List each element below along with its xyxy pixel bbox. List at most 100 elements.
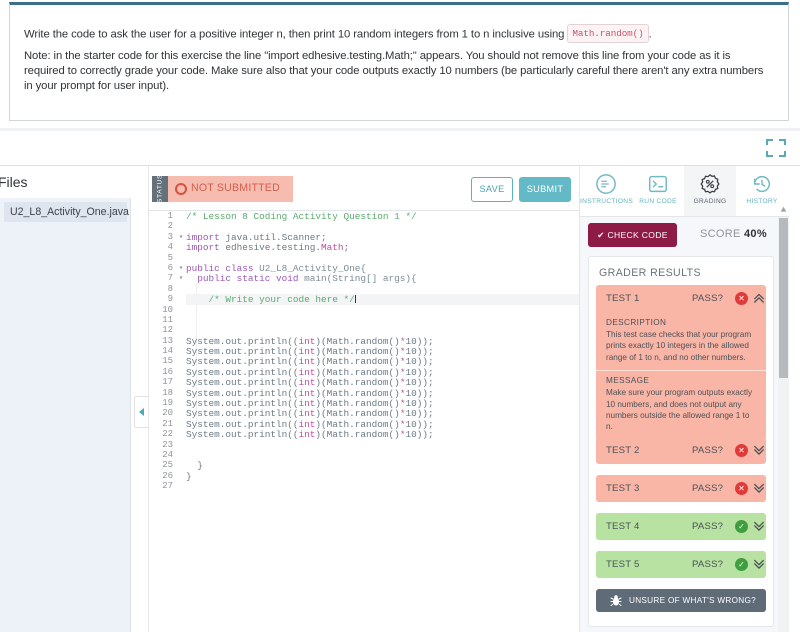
- line-number: 10: [162, 304, 173, 315]
- grader-results-card: GRADER RESULTS TEST 1 PASS? ✕ DESCRIPTION Th…: [588, 256, 774, 627]
- chevron-down-icon[interactable]: [753, 443, 765, 457]
- code-text: public class U2_L8_Activity_One{: [186, 262, 367, 274]
- chevron-down-icon[interactable]: [753, 557, 765, 571]
- code-line[interactable]: 22 System.out.println((int)(Math.random()…: [162, 429, 579, 441]
- code-line[interactable]: 17 System.out.println((int)(Math.random()…: [162, 377, 579, 388]
- tab-grading[interactable]: GRADING: [684, 166, 736, 216]
- test-result-header[interactable]: TEST 3 PASS? ✕: [596, 475, 766, 502]
- check-circle-icon: ✓: [735, 520, 748, 533]
- test-message: MESSAGE Make sure your program outputs ex…: [596, 370, 766, 440]
- chevron-down-icon[interactable]: [753, 519, 765, 533]
- code-line[interactable]: 19 System.out.println((int)(Math.random()…: [162, 398, 579, 409]
- x-circle-icon: ✕: [735, 482, 748, 495]
- status-badge: STATUS NOT SUBMITTED: [152, 174, 293, 203]
- fold-toggle-icon[interactable]: ▾: [177, 273, 185, 283]
- code-line[interactable]: 12: [162, 325, 579, 335]
- code-line[interactable]: 21 System.out.println((int)(Math.random()…: [162, 419, 579, 430]
- grading-panel: INSTRUCTIONS RUN CODE GRADING HISTORY ✔ CHE…: [579, 166, 789, 632]
- code-line[interactable]: 3 ▾ import java.util.Scanner;: [168, 232, 579, 243]
- tab-run-code[interactable]: RUN CODE: [632, 166, 684, 216]
- code-line[interactable]: 27: [162, 481, 579, 491]
- ide-topbar: [0, 131, 800, 165]
- code-line[interactable]: 8: [168, 284, 579, 294]
- code-line[interactable]: 11: [162, 315, 579, 325]
- code-text: System.out.println((int)(Math.random()*1…: [186, 335, 434, 347]
- save-button[interactable]: SAVE: [471, 177, 513, 202]
- line-number: 19: [162, 398, 173, 409]
- code-line[interactable]: 14 System.out.println((int)(Math.random()…: [162, 346, 579, 357]
- inline-code-chip: Math.random(): [567, 24, 649, 43]
- code-text: System.out.println((int)(Math.random()*1…: [186, 387, 434, 399]
- test-verdict-label: PASS?: [692, 559, 724, 570]
- tab-label: INSTRUCTIONS: [580, 198, 634, 205]
- fold-toggle-icon[interactable]: ▾: [177, 232, 185, 242]
- status-tag: STATUS: [152, 174, 168, 203]
- code-line[interactable]: 7 ▾ public static void main(String[] args…: [168, 273, 579, 284]
- line-number: 13: [162, 335, 173, 346]
- code-text: System.out.println((int)(Math.random()*1…: [186, 429, 434, 441]
- message-text: Make sure your program outputs exactly 1…: [606, 388, 753, 432]
- code-text: import edhesive.testing.Math;: [186, 242, 350, 254]
- code-line[interactable]: 25 }: [162, 460, 579, 471]
- test-result-item[interactable]: TEST 4 PASS? ✓: [596, 513, 766, 540]
- code-line[interactable]: 16 System.out.println((int)(Math.random()…: [162, 367, 579, 378]
- panel-scrollbar-thumb[interactable]: [779, 218, 788, 378]
- line-number: 7: [167, 273, 173, 284]
- files-sidebar: Files U2_L8_Activity_One.java: [0, 166, 131, 632]
- status-body: NOT SUBMITTED: [168, 176, 293, 202]
- code-line[interactable]: 2: [168, 221, 579, 231]
- unsure-help-button[interactable]: UNSURE OF WHAT'S WRONG?: [596, 589, 766, 612]
- test-result-header[interactable]: TEST 2 PASS? ✕: [596, 437, 766, 464]
- code-area[interactable]: 1 /* Lesson 8 Coding Activity Question 1 …: [149, 211, 616, 632]
- chevron-up-icon[interactable]: [753, 291, 765, 305]
- code-line[interactable]: 20 System.out.println((int)(Math.random()…: [162, 408, 579, 420]
- test-result-header[interactable]: TEST 1 PASS? ✕: [596, 285, 766, 312]
- line-number: 22: [162, 429, 173, 440]
- tab-label: HISTORY: [746, 198, 778, 205]
- code-line[interactable]: 5: [168, 253, 579, 263]
- expand-fullscreen-icon[interactable]: [766, 139, 786, 157]
- sidebar-collapse-handle[interactable]: [134, 396, 149, 428]
- prompt-paragraph-1: Write the code to ask the user for a pos…: [24, 24, 769, 44]
- line-number: 12: [162, 325, 173, 336]
- code-line[interactable]: 23: [162, 440, 579, 450]
- test-name-label: TEST 3: [606, 483, 640, 494]
- code-line[interactable]: 10: [162, 305, 579, 315]
- line-number: 21: [162, 418, 173, 429]
- chevron-down-icon[interactable]: [753, 481, 765, 495]
- fold-toggle-icon[interactable]: ▾: [177, 263, 185, 273]
- code-line[interactable]: 4 import edhesive.testing.Math;: [168, 242, 579, 254]
- test-result-item[interactable]: TEST 2 PASS? ✕: [596, 437, 766, 464]
- code-line[interactable]: 13 System.out.println((int)(Math.random()…: [162, 335, 579, 347]
- line-number: 24: [162, 449, 173, 460]
- test-result-item[interactable]: TEST 5 PASS? ✓: [596, 551, 766, 578]
- code-line[interactable]: 26}: [162, 470, 579, 482]
- x-circle-icon: ✕: [735, 292, 748, 305]
- file-list-item[interactable]: U2_L8_Activity_One.java: [4, 202, 129, 222]
- code-line[interactable]: 1 /* Lesson 8 Coding Activity Question 1 …: [168, 211, 579, 222]
- submit-button[interactable]: SUBMIT: [519, 177, 571, 202]
- files-list: U2_L8_Activity_One.java: [0, 198, 131, 632]
- test-result-item[interactable]: TEST 1 PASS? ✕ DESCRIPTION This test case ch…: [596, 285, 766, 440]
- score-display: SCORE 40%: [700, 228, 767, 240]
- line-number: 25: [162, 460, 173, 471]
- test-name-label: TEST 1: [606, 293, 640, 304]
- code-text: System.out.println((int)(Math.random()*1…: [186, 408, 434, 420]
- code-line[interactable]: 9 /* Write your code here */: [168, 294, 616, 305]
- test-result-header[interactable]: TEST 5 PASS? ✓: [596, 551, 766, 578]
- scroll-up-arrow-icon[interactable]: [780, 206, 787, 213]
- code-line[interactable]: 18 System.out.println((int)(Math.random()…: [162, 387, 579, 399]
- bug-icon: [610, 595, 622, 606]
- code-line[interactable]: 24: [162, 450, 579, 460]
- code-line[interactable]: 6 ▾ public class U2_L8_Activity_One{: [168, 262, 579, 274]
- code-line[interactable]: 15 System.out.println((int)(Math.random()…: [162, 356, 579, 367]
- score-label: SCORE: [700, 228, 741, 240]
- text-cursor: [354, 295, 356, 304]
- code-lines[interactable]: 1 /* Lesson 8 Coding Activity Question 1 …: [162, 211, 616, 632]
- test-result-header[interactable]: TEST 4 PASS? ✓: [596, 513, 766, 540]
- code-text: }: [186, 470, 192, 482]
- test-result-item[interactable]: TEST 3 PASS? ✕: [596, 475, 766, 502]
- files-title: Files: [0, 174, 28, 190]
- tab-instructions[interactable]: INSTRUCTIONS: [580, 166, 634, 216]
- check-code-button[interactable]: ✔ CHECK CODE: [588, 223, 677, 247]
